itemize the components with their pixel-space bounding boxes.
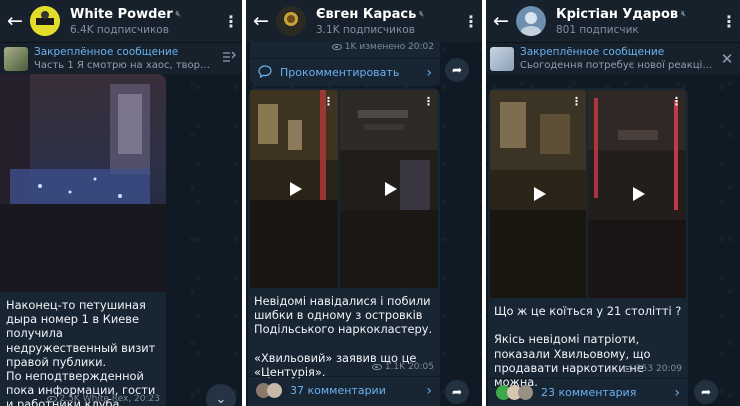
message-photo[interactable] [0, 74, 166, 292]
share-arrow-icon[interactable]: ➦ [445, 380, 469, 404]
pinned-text: Сьогодення потребує нової реакції на... [520, 59, 714, 71]
pinned-thumbnail [4, 46, 28, 71]
subscriber-count: 3.1K подписчиков [316, 23, 415, 36]
view-count: 1K [344, 42, 357, 52]
pinned-title: Закреплённое сообщение [34, 45, 179, 58]
view-count: 1.1K [384, 362, 406, 372]
muted-icon: 🔇︎ [681, 8, 687, 18]
views-icon [46, 396, 57, 402]
subscriber-count: 6.4K подписчиков [70, 23, 169, 36]
pinned-thumbnail [490, 46, 514, 71]
pinned-message-bar[interactable]: Закреплённое сообщение Сьогодення потреб… [486, 42, 740, 74]
view-count: 253 [635, 364, 654, 374]
chevron-right-icon: › [674, 384, 680, 401]
comments-count: 23 комментария [541, 386, 637, 399]
edited-time: изменено 20:02 [359, 42, 434, 52]
comments-row[interactable]: 23 комментария › [488, 378, 688, 406]
message-time: 20:05 [408, 362, 434, 372]
message-bubble[interactable]: ⋮ ⋮ Що ж це коїться у 21 столітті ? Якіс… [488, 88, 688, 406]
play-icon [534, 187, 546, 201]
commenter-avatars [256, 383, 282, 398]
chat-header: ← Євген Карась 🔇︎ 3.1K подписчиков ⋮ [246, 0, 482, 42]
close-icon[interactable]: ✕ [714, 50, 740, 68]
message-bubble[interactable]: Наконец-то петушиная дыра номер 1 в Киев… [0, 74, 166, 406]
comment-action-row[interactable]: Прокомментировать › [250, 58, 440, 86]
message-meta: 1.1K 20:05 [371, 362, 434, 372]
subscriber-count: 801 подписчик [556, 23, 639, 36]
commenter-avatars [496, 385, 533, 400]
channel-avatar[interactable] [30, 6, 60, 36]
play-icon [290, 182, 302, 196]
view-count: 2.5K [59, 394, 80, 404]
video-thumbnail-2[interactable]: ⋮ [340, 90, 438, 288]
comments-row[interactable]: 37 комментарии › [248, 376, 440, 404]
arrow-left-icon[interactable]: ← [486, 0, 516, 42]
muted-icon: 🔇︎ [419, 8, 425, 18]
share-arrow-icon[interactable]: ➦ [694, 380, 718, 404]
chevron-right-icon: › [426, 64, 432, 81]
arrow-left-icon[interactable]: ← [0, 0, 30, 42]
pin-list-icon[interactable] [216, 51, 242, 67]
chat-panel-kristian-udarov: ← Крістіан Ударов 🔇︎ 801 подписчик ⋮ Закр… [486, 0, 740, 406]
comments-count: 37 комментарии [290, 384, 386, 397]
pinned-message-bar[interactable]: Закреплённое сообщение Часть 1 Я смотрю … [0, 42, 242, 74]
chat-header: ← White Powder 🔇︎ 6.4K подписчиков ⋮ [0, 0, 242, 42]
views-icon [371, 364, 382, 370]
channel-avatar[interactable] [516, 6, 546, 36]
previous-message-meta: 1K изменено 20:02 [331, 42, 434, 52]
channel-avatar[interactable] [276, 6, 306, 36]
views-icon [622, 366, 633, 372]
pinned-title: Закреплённое сообщение [520, 45, 665, 58]
message-text: Що ж це коїться у 21 столітті ? Якісь не… [494, 304, 682, 390]
play-icon [633, 187, 645, 201]
message-text: Наконец-то петушиная дыра номер 1 в Киев… [6, 298, 156, 406]
more-vertical-icon[interactable]: ⋮ [220, 0, 242, 42]
arrow-left-icon[interactable]: ← [246, 0, 276, 42]
message-meta: 2.5K White Rex, 20:23 [46, 394, 160, 404]
video-thumbnail-2[interactable]: ⋮ [588, 90, 686, 298]
channel-name[interactable]: Євген Карась [316, 7, 416, 22]
comment-action-label: Прокомментировать [280, 66, 400, 79]
commenter-avatar [518, 385, 533, 400]
message-meta: 253 20:09 [622, 364, 682, 374]
video-thumbnail-1[interactable]: ⋮ [490, 90, 586, 298]
chevron-right-icon: › [426, 382, 432, 399]
pinned-text: Часть 1 Я смотрю на хаос, творящий... [34, 59, 216, 71]
message-time: 20:09 [656, 364, 682, 374]
channel-name[interactable]: White Powder [70, 7, 173, 22]
more-vertical-icon[interactable]: ⋮ [718, 0, 740, 42]
commenter-avatar [267, 383, 282, 398]
play-icon [385, 182, 397, 196]
author-time: White Rex, 20:23 [82, 394, 160, 404]
chat-panel-yevhen-karas: ← Євген Карась 🔇︎ 3.1K подписчиков ⋮ 1K и… [246, 0, 482, 406]
channel-name[interactable]: Крістіан Ударов [556, 7, 678, 22]
muted-icon: 🔇︎ [175, 8, 181, 18]
comment-bubble-icon [258, 63, 272, 82]
views-icon [331, 44, 342, 50]
more-vertical-icon[interactable]: ⋮ [671, 96, 682, 107]
video-thumbnail-1[interactable]: ⋮ [250, 90, 338, 288]
share-arrow-icon[interactable]: ➦ [445, 58, 469, 82]
message-bubble[interactable]: ⋮ ⋮ Невідомі навідалися і побили шибки в… [248, 88, 440, 406]
more-vertical-icon[interactable]: ⋮ [423, 96, 434, 107]
more-vertical-icon[interactable]: ⋮ [571, 96, 582, 107]
chat-panel-white-powder: ← White Powder 🔇︎ 6.4K подписчиков ⋮ Закр… [0, 0, 242, 406]
chevron-down-icon[interactable]: ⌄ [206, 384, 236, 406]
chat-header: ← Крістіан Ударов 🔇︎ 801 подписчик ⋮ [486, 0, 740, 42]
more-vertical-icon[interactable]: ⋮ [460, 0, 482, 42]
more-vertical-icon[interactable]: ⋮ [323, 96, 334, 107]
